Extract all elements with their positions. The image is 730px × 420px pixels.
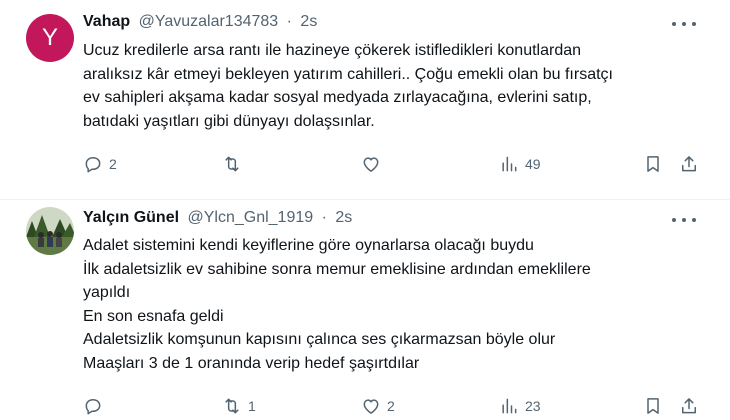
bookmark-icon [647,398,659,414]
tweet-text-line: ev sahipleri akşama kadar sosyal medyada… [83,89,592,106]
reply-icon [85,157,101,173]
avatar[interactable] [26,207,74,255]
retweet-count: 1 [248,398,256,414]
reply-button[interactable] [83,396,109,416]
tweet-text-line: Adaletsizlik komşunun kapısını çalınca s… [83,331,556,348]
bookmark-button[interactable] [643,154,663,174]
tweet-actions: 2 49 [0,154,730,176]
retweet-icon [225,398,239,414]
share-button[interactable] [679,396,699,416]
tweet-text: Adalet sistemini kendi keyiflerine göre … [83,234,703,375]
timestamp[interactable]: 2s [335,209,352,226]
timestamp[interactable]: 2s [300,13,317,30]
retweet-button[interactable]: 1 [222,396,256,416]
like-button[interactable]: 2 [361,396,395,416]
author-name[interactable]: Vahap [83,13,130,30]
bookmark-button[interactable] [643,396,663,416]
tweet-text-line: İlk adaletsizlik ev sahibine sonra memur… [83,260,591,278]
author-handle[interactable]: @Ylcn_Gnl_1919 [187,209,313,226]
more-options-icon[interactable] [672,210,696,230]
tweet-actions: 1 2 23 [0,396,730,418]
view-count: 49 [525,156,541,172]
tweet-text-line: En son esnafa geldi [83,307,224,325]
author-handle[interactable]: @Yavuzalar134783 [139,13,279,30]
bookmark-icon [647,156,659,172]
tweet-divider [0,199,730,200]
tweet-text-line: yapıldı [83,284,131,301]
tweet-header: Vahap @Yavuzalar134783 · 2s [83,13,317,31]
tweet-text-line: Maaşları 3 de 1 oranında verip hedef şaş… [83,354,420,372]
tweet-text-line: batıdaki yaşıtları gibi dünyayı dolaşsın… [83,112,375,130]
separator: · [286,13,292,30]
tweet[interactable]: Y Vahap @Yavuzalar134783 · 2s Ucuz kredi… [0,0,730,200]
tweet[interactable]: Yalçın Günel @Ylcn_Gnl_1919 · 2s Adalet … [0,201,730,420]
reply-button[interactable]: 2 [83,154,117,174]
separator: · [321,209,327,226]
analytics-icon [502,156,517,172]
avatar[interactable]: Y [26,14,74,62]
tweet-text: Ucuz kredilerle arsa rantı ile hazineye … [83,39,703,133]
views-button[interactable]: 49 [499,154,541,174]
analytics-icon [502,398,517,414]
tweet-text-line: Adalet sistemini kendi keyiflerine göre … [83,237,534,254]
like-button[interactable] [361,154,387,174]
more-options-icon[interactable] [672,14,696,34]
retweet-icon [225,156,239,172]
heart-icon [363,399,379,414]
heart-icon [363,157,379,172]
share-icon [682,398,696,414]
retweet-button[interactable] [222,154,248,174]
like-count: 2 [387,398,395,414]
reply-count: 2 [109,156,117,172]
view-count: 23 [525,398,541,414]
tweet-header: Yalçın Günel @Ylcn_Gnl_1919 · 2s [83,209,352,227]
tweet-text-line: Ucuz kredilerle arsa rantı ile hazineye … [83,42,582,59]
views-button[interactable]: 23 [499,396,541,416]
reply-icon [85,399,101,415]
tweet-text-line: aralıksız kâr etmeyi bekleyen yatırım ca… [83,65,613,83]
author-name[interactable]: Yalçın Günel [83,209,179,226]
share-icon [682,156,696,172]
share-button[interactable] [679,154,699,174]
